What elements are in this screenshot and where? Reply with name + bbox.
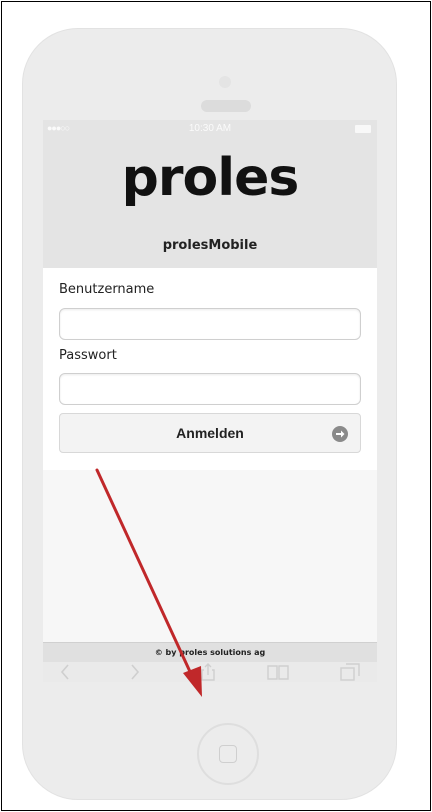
login-button-label: Anmelden xyxy=(176,425,244,441)
screenshot-frame: ●●●○○ 10:30 AM proles prolesMobile Benut… xyxy=(1,1,431,811)
phone-screen: ●●●○○ 10:30 AM proles prolesMobile Benut… xyxy=(43,120,377,682)
browser-toolbar xyxy=(43,662,377,682)
back-icon[interactable] xyxy=(59,663,71,682)
username-field[interactable] xyxy=(59,308,361,340)
status-time: 10:30 AM xyxy=(188,123,232,134)
front-camera xyxy=(219,76,231,88)
arrow-right-icon xyxy=(332,426,348,442)
status-bar: ●●●○○ 10:30 AM xyxy=(43,120,377,138)
login-button[interactable]: Anmelden xyxy=(59,413,361,453)
tabs-icon[interactable] xyxy=(340,663,360,682)
password-label: Passwort xyxy=(59,348,117,363)
share-icon[interactable] xyxy=(199,663,217,682)
bookmarks-icon[interactable] xyxy=(267,663,289,682)
earpiece-speaker xyxy=(201,100,251,112)
home-button[interactable] xyxy=(197,723,259,785)
username-label: Benutzername xyxy=(59,282,155,297)
app-subtitle: prolesMobile xyxy=(162,238,258,253)
footer-copyright: © by proles solutions ag xyxy=(43,642,377,662)
forward-icon[interactable] xyxy=(129,663,141,682)
login-form: Benutzername Passwort Anmelden xyxy=(43,268,377,470)
battery-icon xyxy=(355,125,371,133)
home-square-icon xyxy=(219,745,237,763)
app-header: proles prolesMobile xyxy=(43,138,377,268)
password-field[interactable] xyxy=(59,373,361,405)
app-logo: proles xyxy=(121,148,300,208)
